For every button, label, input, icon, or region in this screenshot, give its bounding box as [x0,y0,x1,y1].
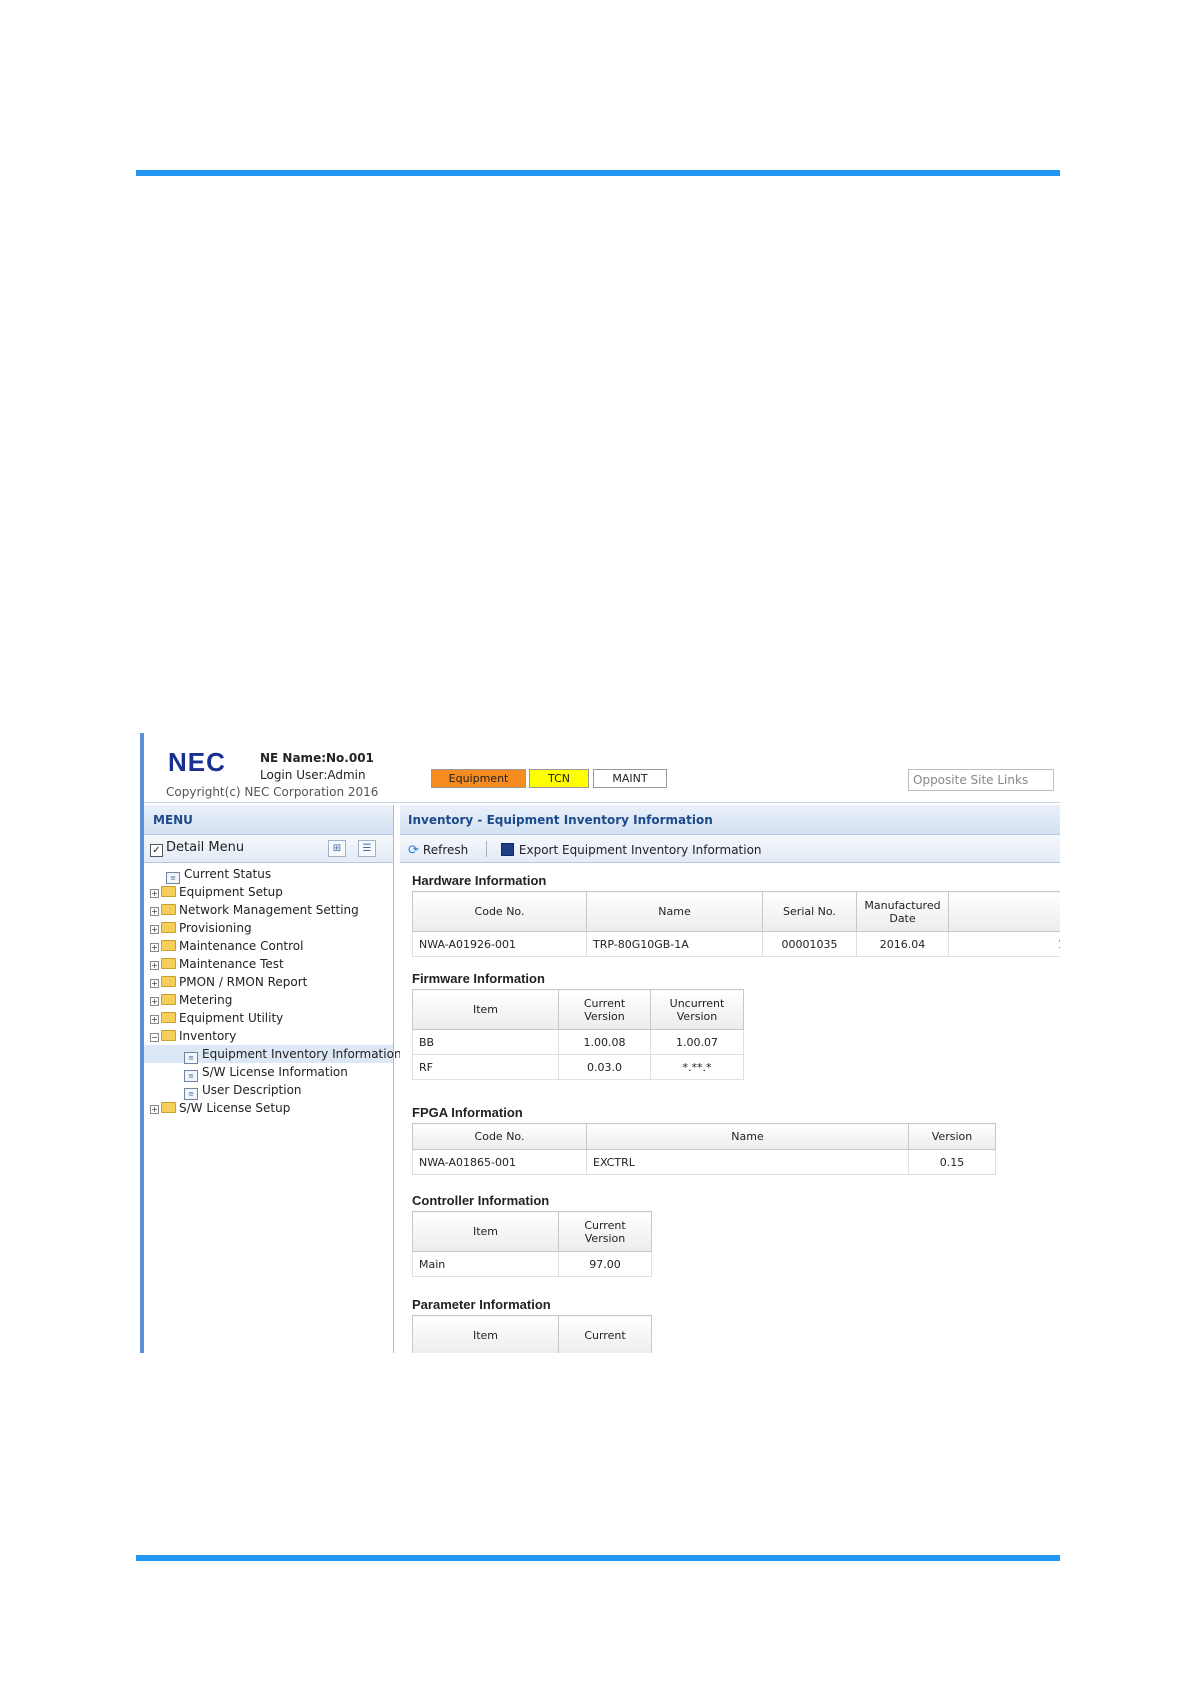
menu-title: MENU [144,805,393,835]
tree-item-metering[interactable]: + Metering [144,991,393,1009]
column-header: Item [412,1315,559,1353]
maint-status-button[interactable]: MAINT [593,769,667,788]
column-header [948,891,1060,932]
main-toolbar: ⟳ Refresh Export Equipment Inventory Info… [400,835,1060,863]
menu-tree: ≡ Current Status + Equipment Setup + Networ… [144,863,402,1117]
bottom-blue-rule [136,1555,1060,1561]
expand-plus-icon[interactable]: + [150,961,159,970]
expand-plus-icon[interactable]: + [150,925,159,934]
detail-menu-checkbox[interactable]: ✓ [150,844,163,857]
opposite-site-links-field[interactable]: Opposite Site Links [908,769,1054,791]
page-title: Inventory - Equipment Inventory Informat… [400,805,1060,835]
fpga-table: Code No. Name Version NWA-A01865-001 EXC… [412,1123,996,1175]
app-screenshot: NEC NE Name:No.001 Login User:Admin Copy… [140,733,1060,1353]
export-inventory-button[interactable]: Export Equipment Inventory Information [500,843,762,857]
column-header: Current [558,1315,652,1353]
tree-item-equipment-setup[interactable]: + Equipment Setup [144,883,393,901]
detail-menu-label: Detail Menu [166,840,245,855]
table-row: NWA-A01865-001 EXCTRL 0.15 [412,1149,996,1175]
expand-plus-icon[interactable]: + [150,907,159,916]
tree-item-maintenance-control[interactable]: + Maintenance Control [144,937,393,955]
tree-item-maintenance-test[interactable]: + Maintenance Test [144,955,393,973]
folder-icon [161,940,176,951]
expand-plus-icon[interactable]: + [150,979,159,988]
column-header: Name [586,1123,909,1150]
column-header: Item [412,1211,559,1252]
tcn-status-button[interactable]: TCN [529,769,589,788]
folder-icon [161,1102,176,1113]
controller-table: Item Current Version Main 97.00 [412,1211,652,1277]
tree-item-network-management-setting[interactable]: + Network Management Setting [144,901,393,919]
folder-icon [161,976,176,987]
tree-item-pmon-rmon-report[interactable]: + PMON / RMON Report [144,973,393,991]
column-header: Version [908,1123,996,1150]
tree-item-inventory[interactable]: − Inventory [144,1027,393,1045]
firmware-section-title: Firmware Information [412,971,545,986]
expand-plus-icon[interactable]: + [150,943,159,952]
top-blue-rule [136,170,1060,176]
expand-plus-icon[interactable]: + [150,1015,159,1024]
column-header: Serial No. [762,891,857,932]
refresh-icon: ⟳ [408,843,419,858]
table-row: RF 0.03.0 *.**.* [412,1054,744,1080]
hardware-section-title: Hardware Information [412,873,547,888]
controller-section-title: Controller Information [412,1193,550,1208]
hardware-table: Code No. Name Serial No. Manufactured Da… [412,891,1060,957]
refresh-button[interactable]: ⟳ Refresh [408,843,468,858]
detail-menu-bar: ✓ Detail Menu ⊞ ☰ [144,835,393,863]
column-header: Item [412,989,559,1030]
tree-item-current-status[interactable]: ≡ Current Status [144,865,393,884]
tree-item-equipment-utility[interactable]: + Equipment Utility [144,1009,393,1027]
login-user: Login User:Admin [260,768,366,782]
folder-icon [161,904,176,915]
expand-plus-icon[interactable]: + [150,1105,159,1114]
column-header: Manufactured Date [856,891,949,932]
firmware-table: Item Current Version Uncurrent Version B… [412,989,744,1080]
column-header: Code No. [412,1123,587,1150]
folder-icon [161,922,176,933]
nec-logo: NEC [168,747,226,777]
column-header: Name [586,891,763,932]
column-header: Code No. [412,891,587,932]
folder-icon [161,886,176,897]
tree-item-sw-license-information[interactable]: ≡ S/W License Information [144,1063,393,1082]
toolbar-separator [486,841,488,857]
tree-item-sw-license-setup[interactable]: + S/W License Setup [144,1099,393,1117]
folder-icon [161,958,176,969]
main-panel: Inventory - Equipment Inventory Informat… [400,805,1060,1353]
save-disk-icon [500,843,514,856]
expand-tree-icon[interactable]: ⊞ [328,840,346,857]
app-header: NEC NE Name:No.001 Login User:Admin Copy… [144,733,1060,803]
expand-plus-icon[interactable]: + [150,997,159,1006]
folder-icon [161,1012,176,1023]
tree-item-user-description[interactable]: ≡ User Description [144,1081,393,1100]
column-header: Current Version [558,989,651,1030]
ne-name: NE Name:No.001 [260,751,374,765]
table-row: BB 1.00.08 1.00.07 [412,1029,744,1055]
column-header: Current Version [558,1211,652,1252]
copyright: Copyright(c) NEC Corporation 2016 [166,785,379,799]
equipment-status-button[interactable]: Equipment [431,769,526,788]
folder-icon [161,994,176,1005]
folder-open-icon [161,1030,176,1041]
tree-item-provisioning[interactable]: + Provisioning [144,919,393,937]
expand-plus-icon[interactable]: + [150,889,159,898]
table-row: Main 97.00 [412,1251,652,1277]
collapse-minus-icon[interactable]: − [150,1033,159,1042]
table-row: NWA-A01926-001 TRP-80G10GB-1A 00001035 2… [412,931,1060,957]
list-view-icon[interactable]: ☰ [358,840,376,857]
parameter-table: Item Current [412,1315,652,1353]
parameter-section-title: Parameter Information [412,1297,551,1312]
tree-item-equipment-inventory-information[interactable]: ≡ Equipment Inventory Information [144,1045,402,1064]
column-header: Uncurrent Version [650,989,744,1030]
fpga-section-title: FPGA Information [412,1105,523,1120]
menu-sidebar: MENU ✓ Detail Menu ⊞ ☰ ≡ Current Status + E… [144,805,402,1353]
